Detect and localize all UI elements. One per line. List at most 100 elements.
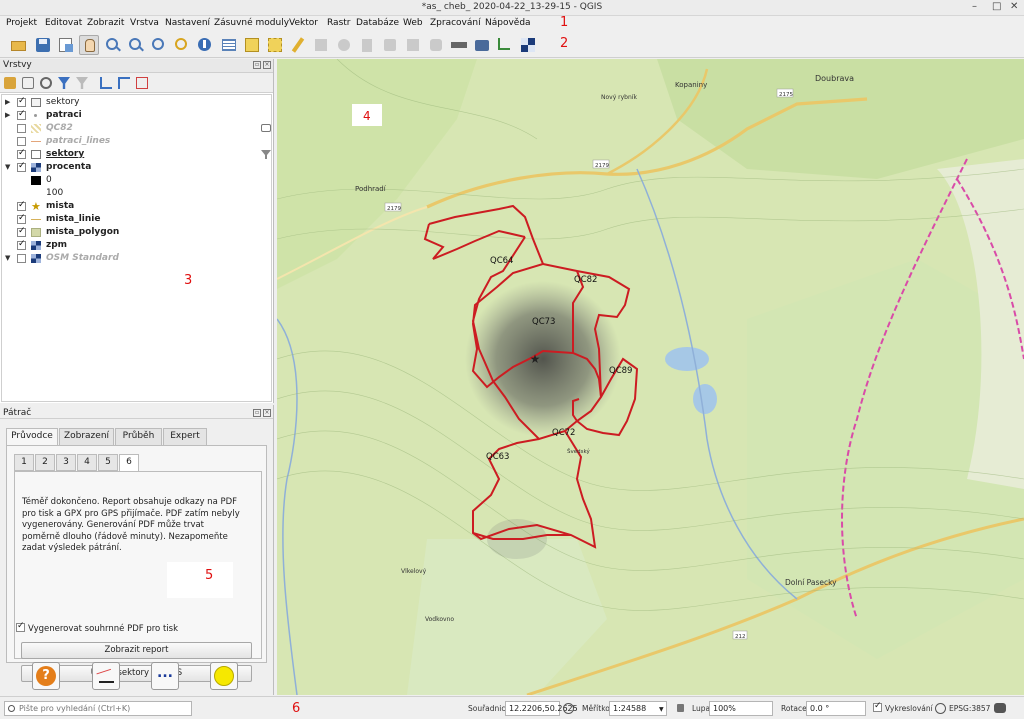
layer-checkbox[interactable] [17, 137, 26, 146]
attribute-table-icon[interactable] [219, 35, 239, 55]
layer-checkbox[interactable] [17, 124, 26, 133]
step-tab-3[interactable]: 3 [56, 454, 76, 471]
layer-checkbox[interactable] [17, 96, 26, 107]
zoom-in-icon[interactable] [103, 35, 123, 55]
print-layout-icon[interactable] [56, 35, 76, 55]
step-tab-6[interactable]: 6 [119, 454, 139, 472]
menu-editovat[interactable]: Editovat [45, 18, 82, 28]
menu-vektor[interactable]: Vektor [289, 18, 318, 28]
layer-row-qc82[interactable]: QC82 [2, 122, 272, 135]
save-edits-icon[interactable] [311, 35, 331, 55]
menu-zobrazit[interactable]: Zobrazit [87, 18, 124, 28]
layer-row-sektory-group[interactable]: ▶ sektory [2, 96, 272, 109]
remove-layer-icon[interactable] [136, 77, 148, 89]
step-tab-5[interactable]: 5 [98, 454, 118, 471]
magnifier-field[interactable]: 100% [709, 701, 773, 716]
pdf-checkbox[interactable]: Vygenerovat souhrnné PDF pro tisk [16, 621, 178, 634]
chevron-down-icon[interactable]: ▼ [659, 706, 664, 713]
paste-features-icon[interactable] [426, 35, 446, 55]
step-tab-1[interactable]: 1 [14, 454, 34, 471]
menu-rastr[interactable]: Rastr [327, 18, 351, 28]
step-tab-2[interactable]: 2 [35, 454, 55, 471]
layer-checkbox[interactable] [17, 226, 26, 237]
crs-icon[interactable] [935, 703, 946, 714]
step-tab-4[interactable]: 4 [77, 454, 97, 471]
identify-icon[interactable] [195, 35, 215, 55]
open-project-icon[interactable] [9, 35, 29, 55]
locator-search-input[interactable] [4, 701, 192, 716]
close-icon[interactable]: ✕ [1010, 1, 1018, 12]
filter-expression-icon[interactable] [76, 77, 88, 89]
menu-nastaveni[interactable]: Nastavení [165, 18, 210, 28]
cut-features-icon[interactable] [380, 35, 400, 55]
layer-indicator-icon[interactable] [261, 124, 271, 132]
layer-row-mista-polygon[interactable]: mista_polygon [2, 226, 272, 239]
layer-checkbox[interactable] [17, 239, 26, 250]
zoom-selection-icon[interactable] [172, 35, 192, 55]
style-layer-icon[interactable] [4, 77, 16, 89]
help-button[interactable]: ? [32, 662, 60, 690]
add-group-icon[interactable] [22, 77, 34, 89]
layer-row-zpm[interactable]: zpm [2, 239, 272, 252]
expand-arrow-icon[interactable]: ▶ [5, 98, 10, 106]
menu-napoveda[interactable]: Nápověda [485, 18, 531, 28]
messages-icon[interactable] [994, 703, 1006, 713]
layer-row-mista[interactable]: ★ mista [2, 200, 272, 213]
float-panel-icon[interactable]: ▫ [253, 61, 261, 69]
map-canvas[interactable]: Doubrava Kopaniny Podhradí Dolní Pasecky… [277, 59, 1024, 695]
layer-checkbox[interactable] [17, 213, 26, 224]
measure-icon[interactable] [449, 35, 469, 55]
tab-zobrazeni[interactable]: Zobrazení [59, 428, 114, 445]
expand-all-icon[interactable] [100, 77, 112, 89]
float-panel-icon[interactable]: ▫ [253, 409, 261, 417]
delete-feature-icon[interactable] [357, 35, 377, 55]
layer-row-patraci-lines[interactable]: patraci_lines [2, 135, 272, 148]
layer-row-patraci[interactable]: ▶ patraci [2, 109, 272, 122]
menu-zpracovani[interactable]: Zpracování [430, 18, 481, 28]
menu-projekt[interactable]: Projekt [6, 18, 37, 28]
crs-label[interactable]: EPSG:3857 [949, 704, 990, 713]
layer-row-sektory[interactable]: sektory [2, 148, 272, 161]
filter-legend-icon[interactable] [58, 77, 70, 89]
new-vector-layer-icon[interactable] [495, 35, 515, 55]
toggle-editing-icon[interactable] [288, 35, 308, 55]
deselect-icon[interactable] [265, 35, 285, 55]
more-button[interactable]: ... [151, 662, 179, 690]
layer-checkbox[interactable] [17, 109, 26, 120]
visibility-icon[interactable] [40, 77, 52, 89]
layer-row-mista-linie[interactable]: mista_linie [2, 213, 272, 226]
expand-arrow-icon[interactable]: ▼ [5, 254, 10, 262]
menu-zasuvne-moduly[interactable]: Zásuvné moduly [214, 18, 289, 28]
back-button[interactable] [92, 662, 120, 690]
layer-checkbox[interactable] [17, 161, 26, 172]
coordinate-field[interactable]: 12.2206,50.2625 [505, 701, 578, 716]
zoom-out-icon[interactable] [126, 35, 146, 55]
expand-arrow-icon[interactable]: ▼ [5, 163, 10, 171]
add-feature-icon[interactable] [334, 35, 354, 55]
render-checkbox[interactable]: ✓ [873, 701, 882, 712]
layer-checkbox[interactable] [17, 200, 26, 211]
menu-web[interactable]: Web [403, 18, 423, 28]
patrac-plugin-icon[interactable] [518, 35, 538, 55]
select-features-icon[interactable] [242, 35, 262, 55]
copy-features-icon[interactable] [403, 35, 423, 55]
tab-expert[interactable]: Expert [163, 428, 207, 445]
tab-prubeh[interactable]: Průběh [115, 428, 162, 445]
minimize-icon[interactable]: – [972, 1, 977, 12]
save-project-icon[interactable] [33, 35, 53, 55]
menu-vrstva[interactable]: Vrstva [130, 18, 159, 28]
filter-indicator-icon[interactable] [261, 150, 271, 159]
close-panel-icon[interactable]: × [263, 409, 271, 417]
tab-pruvodce[interactable]: Průvodce [6, 428, 58, 446]
expand-arrow-icon[interactable]: ▶ [5, 111, 10, 119]
maximize-icon[interactable]: □ [992, 1, 1001, 12]
show-report-button[interactable]: Zobrazit report [21, 642, 252, 659]
coordinate-toggle-icon[interactable] [563, 703, 574, 714]
db-manager-icon[interactable] [472, 35, 492, 55]
layer-checkbox[interactable] [17, 148, 26, 159]
pan-map-icon[interactable] [79, 35, 99, 55]
close-panel-icon[interactable]: × [263, 61, 271, 69]
smiley-button[interactable] [210, 662, 238, 690]
zoom-full-icon[interactable] [149, 35, 169, 55]
map-svg[interactable]: Doubrava Kopaniny Podhradí Dolní Pasecky… [277, 59, 1024, 695]
